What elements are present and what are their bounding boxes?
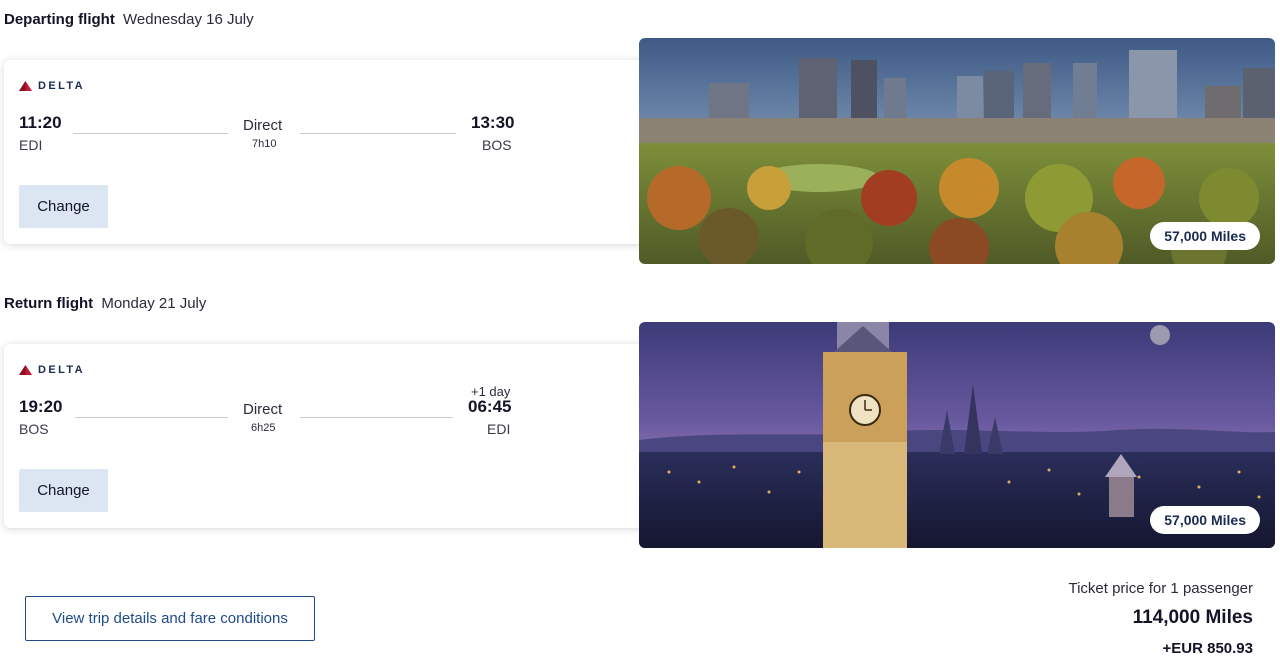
route-line-right <box>300 133 456 134</box>
departure-airport: BOS <box>19 421 49 437</box>
miles-badge: 57,000 Miles <box>1150 222 1260 250</box>
route-line-right <box>300 417 453 418</box>
total-miles-price: 114,000 Miles <box>1132 607 1253 628</box>
airline-name: DELTA <box>38 80 86 92</box>
departure-time: 11:20 <box>19 113 62 132</box>
route-line-left <box>73 133 228 134</box>
departure-time: 19:20 <box>19 397 63 416</box>
view-trip-details-button[interactable]: View trip details and fare conditions <box>25 596 315 641</box>
airline-logo: DELTA <box>19 80 85 92</box>
departing-flight-card: DELTA 11:20 EDI Direct 7h10 13:30 BOS Ch… <box>4 60 664 244</box>
arrival-airport: BOS <box>482 137 512 153</box>
stops-label: Direct <box>243 117 283 134</box>
ticket-price-label: Ticket price for 1 passenger <box>1068 580 1253 597</box>
flight-duration: 6h25 <box>251 422 276 434</box>
airline-name: DELTA <box>38 364 86 376</box>
departing-flight-label: Departing flight <box>4 11 115 28</box>
departing-flight-date: Wednesday 16 July <box>123 11 254 28</box>
arrival-time: 06:45 <box>468 397 512 416</box>
miles-badge: 57,000 Miles <box>1150 506 1260 534</box>
boston-destination-image: 57,000 Miles <box>639 38 1275 264</box>
total-eur-price: +EUR 850.93 <box>1162 640 1253 657</box>
flight-duration: 7h10 <box>252 138 277 150</box>
airline-logo: DELTA <box>19 364 85 376</box>
delta-widget-icon <box>19 365 32 375</box>
return-flight-label: Return flight <box>4 295 94 312</box>
departing-flight-heading: Departing flight Wednesday 16 July <box>4 11 254 28</box>
departure-airport: EDI <box>19 137 43 153</box>
return-flight-heading: Return flight Monday 21 July <box>4 295 206 312</box>
route-line-left <box>75 417 228 418</box>
change-departing-button[interactable]: Change <box>19 185 108 228</box>
change-return-button[interactable]: Change <box>19 469 108 512</box>
return-flight-card: DELTA 19:20 BOS Direct 6h25 +1 day 06:45… <box>4 344 664 528</box>
return-flight-date: Monday 21 July <box>101 295 207 312</box>
delta-widget-icon <box>19 81 32 91</box>
arrival-airport: EDI <box>487 421 511 437</box>
edinburgh-destination-image: 57,000 Miles <box>639 322 1275 548</box>
stops-label: Direct <box>243 401 283 418</box>
arrival-time: 13:30 <box>471 113 515 132</box>
